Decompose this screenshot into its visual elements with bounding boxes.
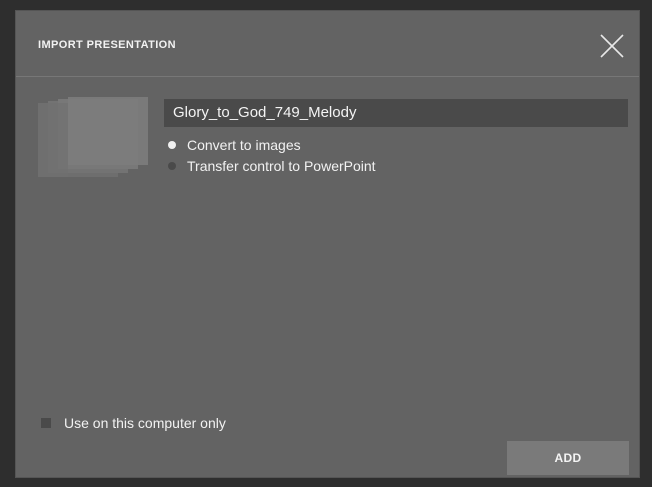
option-transfer-to-powerpoint[interactable]: Transfer control to PowerPoint bbox=[168, 157, 376, 175]
checkbox-icon bbox=[41, 418, 51, 428]
close-button[interactable] bbox=[599, 33, 625, 59]
dialog-header: IMPORT PRESENTATION bbox=[16, 11, 639, 77]
use-on-this-computer-only-checkbox[interactable]: Use on this computer only bbox=[41, 415, 226, 431]
add-button[interactable]: ADD bbox=[507, 441, 629, 475]
dialog-title: IMPORT PRESENTATION bbox=[38, 39, 176, 51]
presentation-stack-icon bbox=[38, 97, 150, 177]
import-presentation-dialog: IMPORT PRESENTATION Convert to images Tr… bbox=[15, 10, 640, 478]
checkbox-label: Use on this computer only bbox=[64, 415, 226, 431]
option-label: Transfer control to PowerPoint bbox=[187, 158, 376, 174]
presentation-name-input[interactable] bbox=[164, 99, 628, 127]
option-label: Convert to images bbox=[187, 137, 301, 153]
option-convert-to-images[interactable]: Convert to images bbox=[168, 136, 301, 154]
radio-unselected-icon bbox=[168, 162, 176, 170]
close-icon bbox=[600, 34, 624, 58]
radio-selected-icon bbox=[168, 141, 176, 149]
